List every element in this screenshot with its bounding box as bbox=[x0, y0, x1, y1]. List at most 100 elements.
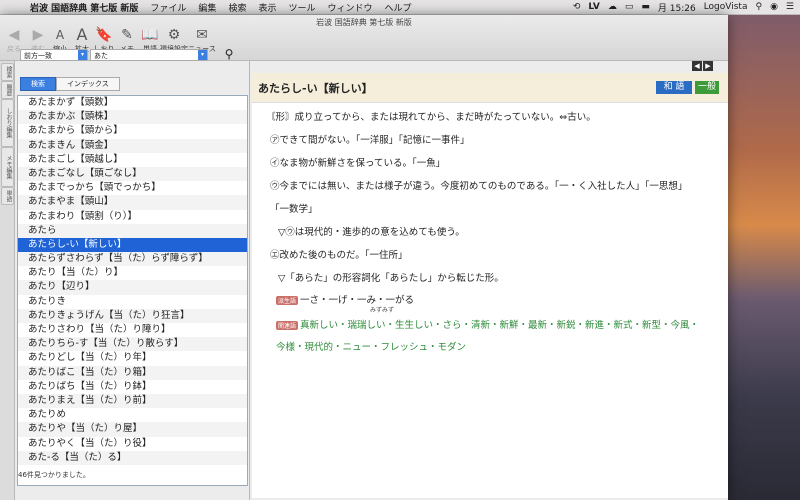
ruby-text: みずみず bbox=[370, 307, 395, 314]
rail-tab-history[interactable]: 履歴 bbox=[1, 81, 14, 99]
bookmark-icon: 🔖 bbox=[95, 27, 113, 43]
siri-icon[interactable]: ◉ bbox=[770, 2, 778, 12]
list-item[interactable]: あたまかず【頭数】 bbox=[18, 96, 247, 110]
related-text-2[interactable]: 今様・現代的・ニュー・フレッシュ・モダン bbox=[276, 339, 466, 353]
search-mode-value: 前方一致 bbox=[24, 52, 52, 60]
chevron-down-icon: ▾ bbox=[198, 50, 207, 60]
menu-bar: 岩波 国語辞典 第七版 新版 ファイル 編集 検索 表示 ツール ウィンドウ ヘ… bbox=[0, 0, 800, 15]
tab-index[interactable]: インデックス bbox=[56, 77, 120, 91]
search-mode-select[interactable]: 前方一致 ▾ bbox=[20, 49, 88, 61]
list-item[interactable]: あたりさわり【当（た）り障り】 bbox=[18, 323, 247, 337]
entry-view: あたらし-い【新しい】 和 語 一般 〘形〙成り立ってから、または現れてから、ま… bbox=[252, 73, 728, 498]
cloud-icon[interactable]: ☁ bbox=[608, 2, 617, 12]
next-entry-icon[interactable]: ▶ bbox=[703, 61, 713, 71]
entry-headword: あたらし-い【新しい】 bbox=[258, 82, 373, 95]
list-item[interactable]: あたりや【当（た）り屋】 bbox=[18, 422, 247, 437]
sync-status-icon[interactable]: ⟲ bbox=[573, 2, 581, 12]
definition-line: ▽「あらた」の形容詞化「あらたし」から転じた形。 bbox=[278, 273, 504, 284]
tab-search[interactable]: 検索 bbox=[20, 77, 56, 91]
search-input-value: あた bbox=[94, 52, 108, 60]
rail-tab-bookmark-edit[interactable]: しおり編集 bbox=[1, 99, 14, 147]
split-divider[interactable] bbox=[249, 61, 250, 500]
list-item[interactable]: あたまから【頭から】 bbox=[18, 124, 247, 138]
list-item[interactable]: あたら bbox=[18, 223, 247, 238]
list-item[interactable]: あたまごなし【頭ごなし】 bbox=[18, 166, 247, 182]
tag-wago: 和 語 bbox=[656, 81, 692, 94]
clock[interactable]: 月 15:26 bbox=[658, 1, 696, 14]
entry-nav: ◀ ▶ bbox=[692, 61, 713, 71]
rail-tab-word[interactable]: 単語 bbox=[1, 187, 14, 205]
rail-tab-memo-edit[interactable]: メモ編集 bbox=[1, 147, 14, 187]
side-rail: 検索 履歴 しおり編集 メモ編集 単語 bbox=[0, 61, 15, 500]
list-item[interactable]: あた-る【当（た）る】 bbox=[18, 450, 247, 465]
list-item[interactable]: あたりやく【当（た）り役】 bbox=[18, 437, 247, 451]
search-icon[interactable]: ⚲ bbox=[222, 47, 236, 61]
definition-line: ㋓改めた後のものだ。「一住所」 bbox=[270, 250, 408, 261]
desktop-background bbox=[728, 15, 800, 500]
notification-center-icon[interactable]: ☰ bbox=[786, 2, 794, 12]
derived-badge: 派生語 bbox=[276, 296, 299, 305]
list-item[interactable]: あたまわり【頭割（り）】 bbox=[18, 210, 247, 224]
news-icon: ✉ bbox=[196, 27, 208, 43]
list-item[interactable]: あたまでっかち【頭でっかち】 bbox=[18, 181, 247, 195]
list-item[interactable]: あたらずさわらず【当（た）らず障らず】 bbox=[18, 252, 247, 267]
screen-icon[interactable]: ▭ bbox=[625, 2, 634, 12]
font-smaller-icon: A bbox=[55, 28, 65, 42]
gear-icon: ⚙ bbox=[167, 27, 181, 43]
derived-text: 一さ・一げ・一み・一がる bbox=[300, 295, 415, 306]
definition-line: 「一数学」 bbox=[270, 204, 318, 215]
menu-view[interactable]: 表示 bbox=[258, 1, 276, 14]
battery-icon[interactable]: ▬ bbox=[641, 2, 650, 12]
app-window: 岩波 国語辞典 第七版 新版 ◀戻る ▶進む A縮小 A拡大 🔖しおり ✎メモ … bbox=[0, 15, 728, 500]
menu-window[interactable]: ウィンドウ bbox=[327, 1, 372, 14]
list-item[interactable]: あたりどし【当（た）り年】 bbox=[18, 351, 247, 365]
menu-tools[interactable]: ツール bbox=[288, 1, 315, 14]
list-item[interactable]: あたりきょうげん【当（た）り狂言】 bbox=[18, 308, 247, 323]
prev-entry-icon[interactable]: ◀ bbox=[692, 61, 702, 71]
lv-status-icon[interactable]: LV bbox=[588, 2, 599, 12]
definition-line: ㋑なま物が新鮮さを保っている。「一魚」 bbox=[270, 158, 446, 169]
list-item[interactable]: あたまごし【頭越し】 bbox=[18, 153, 247, 167]
related-words: 関連語 真新しい・瑞瑞しい・生生しい・さら・清新・新鮮・最新・新鋭・新進・新式・新… bbox=[276, 317, 699, 331]
rail-tab-search[interactable]: 検索 bbox=[1, 63, 14, 81]
menu-file[interactable]: ファイル bbox=[150, 1, 186, 14]
menu-app[interactable]: 岩波 国語辞典 第七版 新版 bbox=[30, 1, 138, 14]
list-item[interactable]: あたり【当（た）り】 bbox=[18, 266, 247, 280]
search-row: 前方一致 ▾ あた ▾ ⚲ bbox=[18, 47, 248, 64]
list-item[interactable]: あたり【辺り】 bbox=[18, 280, 247, 295]
list-item[interactable]: あたりばこ【当（た）り箱】 bbox=[18, 365, 247, 380]
definition-line: ㋒今までには無い、または様子が違う。今度初めてのものである。「一・く入社した人」… bbox=[270, 181, 688, 192]
list-item[interactable]: あたりばち【当（た）り鉢】 bbox=[18, 380, 247, 394]
tag-ippan: 一般 bbox=[695, 81, 719, 94]
search-tabs: 検索 インデックス bbox=[20, 77, 120, 91]
menu-edit[interactable]: 編集 bbox=[198, 1, 216, 14]
definition-line: 〘形〙成り立ってから、または現れてから、まだ時がたっていない。⇔古い。 bbox=[266, 112, 596, 123]
memo-icon: ✎ bbox=[121, 27, 133, 43]
menu-search[interactable]: 検索 bbox=[228, 1, 246, 14]
back-arrow-icon: ◀ bbox=[8, 27, 20, 43]
related-text-1[interactable]: 真新しい・瑞瑞しい・生生しい・さら・清新・新鮮・最新・新鋭・新進・新式・新型・今… bbox=[300, 320, 699, 331]
result-list[interactable]: あたまかず【頭数】 あたまかぶ【頭株】 あたまから【頭から】 あたまきん【頭金】 あたま… bbox=[17, 95, 248, 486]
forward-arrow-icon: ▶ bbox=[32, 27, 44, 43]
status-text: 46件見つかりました。 bbox=[18, 471, 90, 479]
chevron-down-icon: ▾ bbox=[78, 50, 87, 60]
definition-line: ▽㋒は現代的・進歩的の意を込めても使う。 bbox=[278, 227, 465, 238]
word-icon: 📖 bbox=[141, 27, 159, 43]
list-item[interactable]: あたまやま【頭山】 bbox=[18, 195, 247, 210]
list-item[interactable]: あたらし-い【新しい】 bbox=[18, 237, 247, 253]
list-item[interactable]: あたりまえ【当（た）り前】 bbox=[18, 393, 247, 409]
related-badge: 関連語 bbox=[276, 321, 299, 330]
logovista-menu[interactable]: LogoVista bbox=[704, 2, 748, 12]
menu-help[interactable]: ヘルプ bbox=[385, 1, 412, 14]
definition-line: ㋐できて間がない。「一洋服」「記憶に一事件」 bbox=[270, 135, 470, 146]
search-input[interactable]: あた ▾ bbox=[90, 49, 208, 61]
entry-header: あたらし-い【新しい】 和 語 一般 bbox=[252, 73, 728, 103]
list-item[interactable]: あたりめ bbox=[18, 408, 247, 422]
list-item[interactable]: あたりちら-す【当（た）り散らす】 bbox=[18, 337, 247, 352]
spotlight-icon[interactable]: ⚲ bbox=[755, 2, 762, 12]
list-item[interactable]: あたまかぶ【頭株】 bbox=[18, 110, 247, 125]
derived-words: 派生語 一さ・一げ・一み・一がる bbox=[276, 292, 414, 306]
list-item[interactable]: あたまきん【頭金】 bbox=[18, 138, 247, 153]
list-item[interactable]: あたりき bbox=[18, 295, 247, 309]
font-larger-icon: A bbox=[76, 25, 88, 44]
